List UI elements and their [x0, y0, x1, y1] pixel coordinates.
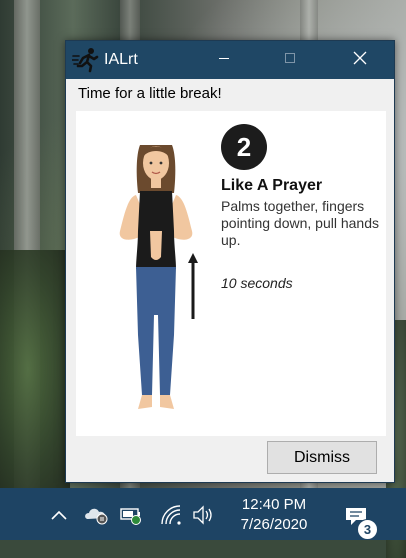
exercise-title: Like A Prayer: [221, 177, 323, 194]
notification-count-badge: 3: [357, 519, 378, 540]
wifi-icon[interactable]: [160, 504, 182, 526]
title-bar[interactable]: IALrt: [66, 41, 394, 79]
clock-date: 7/26/2020: [240, 516, 308, 533]
runner-icon: [71, 47, 100, 73]
onedrive-icon[interactable]: [84, 504, 110, 526]
minimize-icon: [218, 51, 230, 69]
clock[interactable]: 12:40 PM 7/26/2020: [224, 495, 324, 535]
minimize-button[interactable]: [202, 41, 246, 79]
step-number-badge: 2: [221, 124, 267, 170]
maximize-icon: [284, 51, 296, 69]
window-title: IALrt: [104, 51, 138, 68]
clock-time: 12:40 PM: [241, 496, 307, 513]
maximize-button[interactable]: [268, 41, 312, 79]
taskbar: 12:40 PM 7/26/2020 3: [0, 488, 406, 540]
chevron-up-icon[interactable]: [50, 504, 68, 526]
close-button[interactable]: [338, 41, 382, 79]
up-arrow-icon: [188, 253, 198, 319]
volume-icon[interactable]: [192, 504, 216, 526]
desktop-foliage: [0, 250, 70, 488]
break-reminder-window: IALrt Time for a little break! 2 Like A …: [65, 40, 395, 483]
exercise-duration: 10 seconds: [221, 275, 293, 291]
exercise-card: 2 Like A Prayer Palms together, fingers …: [76, 111, 386, 436]
dismiss-button[interactable]: Dismiss: [267, 441, 377, 474]
close-icon: [353, 51, 367, 70]
exercise-description: Palms together, fingers pointing down, p…: [221, 198, 380, 248]
battery-icon[interactable]: [120, 504, 144, 526]
break-message: Time for a little break!: [78, 85, 222, 102]
